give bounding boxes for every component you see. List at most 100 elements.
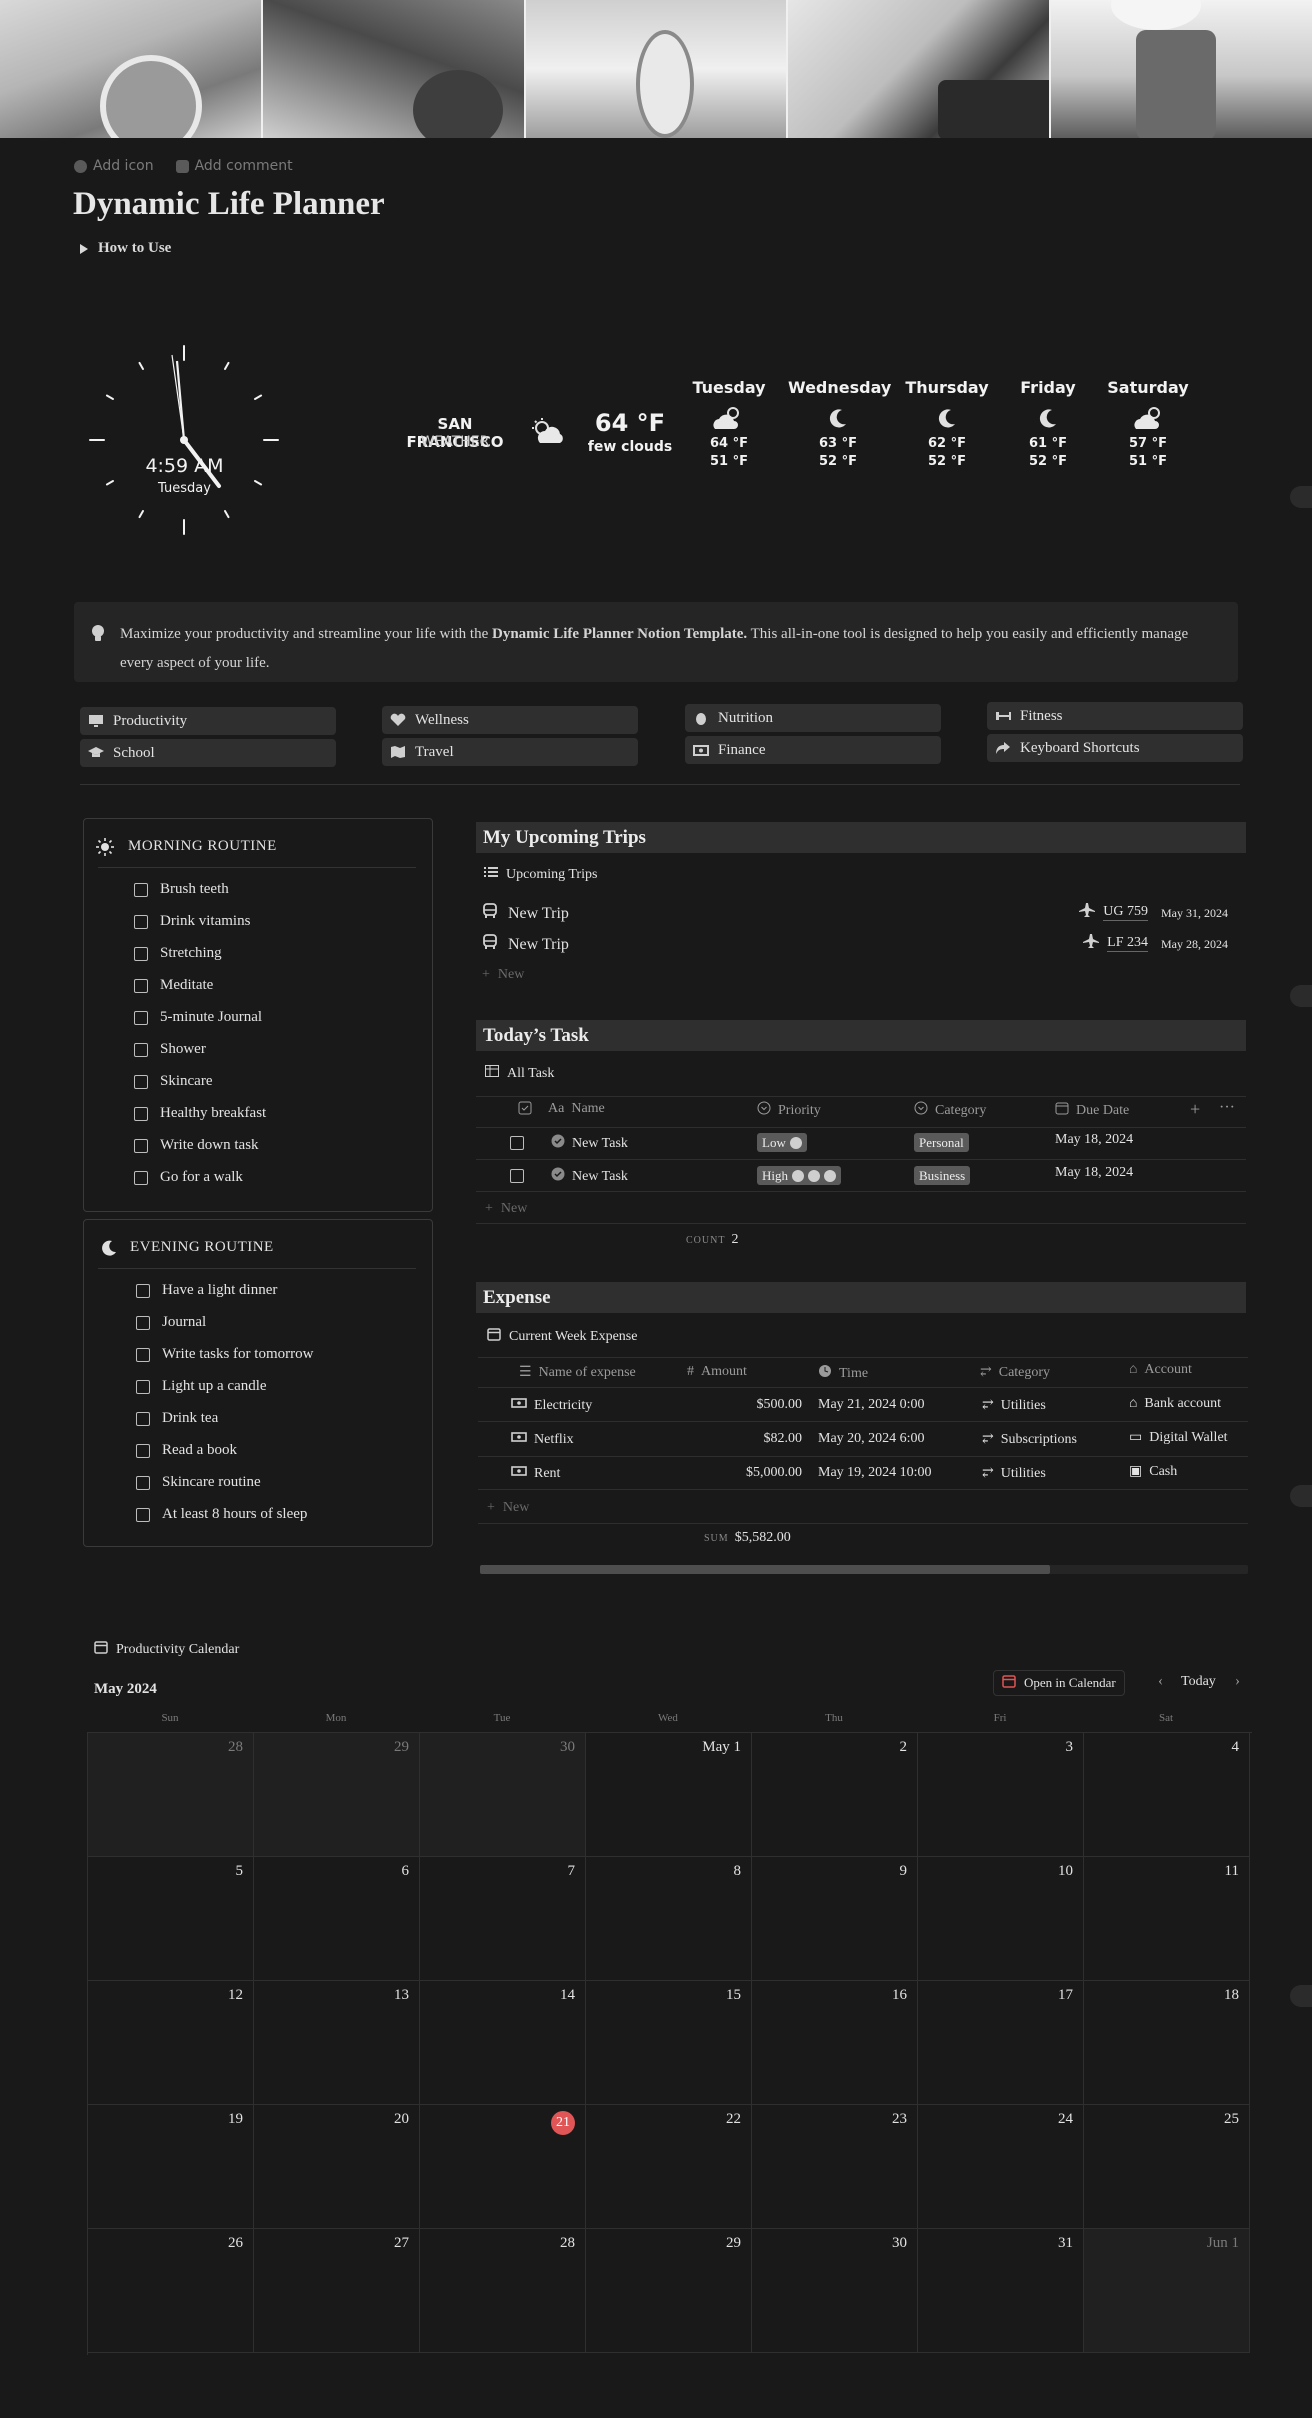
account-cell[interactable]: ▣ Cash: [1129, 1463, 1177, 1480]
checkbox[interactable]: [134, 914, 148, 929]
checkbox[interactable]: [136, 1475, 150, 1490]
checkbox[interactable]: [134, 946, 148, 961]
trips-new-button[interactable]: + New: [482, 967, 524, 983]
routine-item[interactable]: Brush teeth: [134, 881, 229, 898]
sparkle-icon[interactable]: [1290, 985, 1312, 1007]
routine-item[interactable]: Journal: [136, 1314, 206, 1331]
calendar-day-cell[interactable]: 9: [752, 1857, 918, 1981]
amount-cell[interactable]: $82.00: [640, 1431, 803, 1447]
open-in-calendar-button[interactable]: Open in Calendar: [993, 1670, 1125, 1696]
calendar-day-cell[interactable]: 4: [1084, 1733, 1250, 1857]
expense-view-tab[interactable]: Current Week Expense: [487, 1327, 637, 1346]
checkbox[interactable]: [134, 1010, 148, 1025]
checkbox[interactable]: [136, 1443, 150, 1458]
routine-item[interactable]: Drink vitamins: [134, 913, 250, 930]
row-checkbox[interactable]: [510, 1169, 524, 1183]
routine-item[interactable]: 5-minute Journal: [134, 1009, 262, 1026]
account-cell[interactable]: ▭ Digital Wallet: [1129, 1429, 1228, 1446]
more-options-icon[interactable]: ···: [1219, 1099, 1235, 1117]
nav-button-finance[interactable]: Finance: [685, 736, 941, 764]
tasks-new-button[interactable]: + New: [485, 1201, 527, 1217]
column-header-time[interactable]: Time: [818, 1364, 868, 1383]
next-month-chevron-icon[interactable]: ›: [1235, 1673, 1240, 1690]
category-cell[interactable]: Business: [914, 1166, 971, 1185]
calendar-day-cell[interactable]: 26: [88, 2229, 254, 2353]
routine-item[interactable]: Drink tea: [136, 1410, 218, 1427]
category-cell[interactable]: ⥂ Utilities: [982, 1397, 1046, 1414]
routine-item[interactable]: Shower: [134, 1041, 206, 1058]
calendar-day-cell[interactable]: 3: [918, 1733, 1084, 1857]
calendar-day-cell[interactable]: 29: [254, 1733, 420, 1857]
checkbox[interactable]: [134, 1106, 148, 1121]
time-cell[interactable]: May 19, 2024 10:00: [818, 1465, 932, 1481]
routine-item[interactable]: Skincare routine: [136, 1474, 261, 1491]
column-header-due-date[interactable]: Due Date: [1055, 1101, 1129, 1120]
calendar-day-cell[interactable]: 7: [420, 1857, 586, 1981]
checkbox[interactable]: [134, 1138, 148, 1153]
sparkle-icon[interactable]: [1290, 1485, 1312, 1507]
expense-name-cell[interactable]: Netflix: [511, 1431, 574, 1448]
toggle-arrow-icon[interactable]: [80, 243, 88, 254]
calendar-day-cell[interactable]: 31: [918, 2229, 1084, 2353]
nav-button-fitness[interactable]: Fitness: [987, 702, 1243, 730]
calendar-day-cell[interactable]: 29: [586, 2229, 752, 2353]
routine-item[interactable]: At least 8 hours of sleep: [136, 1506, 307, 1523]
sparkle-icon[interactable]: [1290, 486, 1312, 508]
routine-item[interactable]: Stretching: [134, 945, 222, 962]
select-all-checkbox-icon[interactable]: [518, 1101, 532, 1115]
calendar-day-cell[interactable]: 21: [420, 2105, 586, 2229]
add-icon-button[interactable]: Add icon: [74, 158, 154, 174]
calendar-day-cell[interactable]: Jun 1: [1084, 2229, 1250, 2353]
priority-cell[interactable]: High: [757, 1166, 841, 1185]
calendar-day-cell[interactable]: 28: [88, 1733, 254, 1857]
nav-button-wellness[interactable]: Wellness: [382, 706, 638, 734]
task-name-cell[interactable]: New Task: [551, 1167, 628, 1186]
checkbox[interactable]: [134, 1170, 148, 1185]
column-header-account[interactable]: ⌂ Account: [1129, 1362, 1192, 1378]
expense-sum[interactable]: SUM $5,582.00: [704, 1530, 791, 1546]
previous-month-chevron-icon[interactable]: ‹: [1158, 1673, 1163, 1690]
nav-button-school[interactable]: School: [80, 739, 336, 767]
sparkle-icon[interactable]: [1290, 1985, 1312, 2007]
checkbox[interactable]: [136, 1379, 150, 1394]
checkbox[interactable]: [136, 1347, 150, 1362]
category-cell[interactable]: Personal: [914, 1133, 969, 1152]
checkbox[interactable]: [134, 1042, 148, 1057]
amount-cell[interactable]: $5,000.00: [640, 1465, 802, 1481]
column-header-amount[interactable]: # Amount: [687, 1364, 747, 1380]
column-header-priority[interactable]: Priority: [757, 1101, 821, 1120]
calendar-day-cell[interactable]: 18: [1084, 1981, 1250, 2105]
calendar-day-cell[interactable]: 14: [420, 1981, 586, 2105]
routine-item[interactable]: Write tasks for tomorrow: [136, 1346, 313, 1363]
trip-row[interactable]: New Trip UG 759 May 31, 2024: [482, 903, 1238, 927]
calendar-day-cell[interactable]: 30: [752, 2229, 918, 2353]
category-cell[interactable]: ⥂ Utilities: [982, 1465, 1046, 1482]
calendar-day-cell[interactable]: 25: [1084, 2105, 1250, 2229]
task-name-cell[interactable]: New Task: [551, 1134, 628, 1153]
calendar-day-cell[interactable]: 27: [254, 2229, 420, 2353]
horizontal-scrollbar[interactable]: [480, 1565, 1248, 1574]
how-to-use-toggle[interactable]: How to Use: [80, 240, 171, 257]
calendar-day-cell[interactable]: 2: [752, 1733, 918, 1857]
routine-item[interactable]: Healthy breakfast: [134, 1105, 266, 1122]
expense-new-button[interactable]: + New: [487, 1500, 529, 1516]
routine-item[interactable]: Have a light dinner: [136, 1282, 277, 1299]
column-header-name[interactable]: Aa Name: [548, 1101, 605, 1117]
nav-button-travel[interactable]: Travel: [382, 738, 638, 766]
calendar-day-cell[interactable]: 11: [1084, 1857, 1250, 1981]
calendar-day-cell[interactable]: 15: [586, 1981, 752, 2105]
add-comment-button[interactable]: Add comment: [175, 158, 293, 174]
calendar-day-cell[interactable]: 28: [420, 2229, 586, 2353]
calendar-day-cell[interactable]: 10: [918, 1857, 1084, 1981]
routine-item[interactable]: Go for a walk: [134, 1169, 243, 1186]
checkbox[interactable]: [136, 1315, 150, 1330]
column-header-category[interactable]: Category: [914, 1101, 986, 1120]
row-checkbox[interactable]: [510, 1136, 524, 1150]
calendar-day-cell[interactable]: 22: [586, 2105, 752, 2229]
nav-button-keyboard-shortcuts[interactable]: Keyboard Shortcuts: [987, 734, 1243, 762]
category-cell[interactable]: ⥂ Subscriptions: [982, 1431, 1077, 1448]
tasks-count[interactable]: COUNT 2: [686, 1232, 738, 1248]
routine-item[interactable]: Write down task: [134, 1137, 259, 1154]
calendar-day-cell[interactable]: 17: [918, 1981, 1084, 2105]
calendar-day-cell[interactable]: 12: [88, 1981, 254, 2105]
